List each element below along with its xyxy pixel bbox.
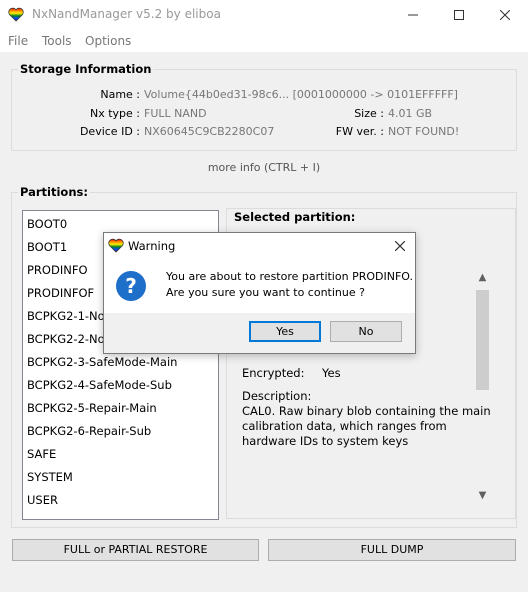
device-id-value: NX60645C9CB2280C07 bbox=[144, 125, 275, 138]
restore-button[interactable]: FULL or PARTIAL RESTORE bbox=[12, 539, 259, 561]
description-line: hardware IDs to system keys bbox=[242, 434, 409, 448]
list-item[interactable]: PRODINFOF bbox=[27, 286, 94, 300]
dialog-close-button[interactable] bbox=[390, 236, 410, 256]
minimize-button[interactable] bbox=[390, 0, 436, 30]
description-line: CAL0. Raw binary blob containing the mai… bbox=[242, 404, 491, 418]
name-label: Name : bbox=[100, 88, 140, 101]
list-item[interactable]: BCPKG2-5-Repair-Main bbox=[27, 401, 157, 415]
list-item[interactable]: BCPKG2-3-SafeMode-Main bbox=[27, 355, 177, 369]
menu-options[interactable]: Options bbox=[85, 34, 131, 48]
menu-bar: File Tools Options bbox=[0, 30, 528, 52]
encrypted-value: Yes bbox=[322, 366, 341, 380]
dialog-message-line2: Are you sure you want to continue ? bbox=[166, 286, 365, 299]
encrypted-label: Encrypted: bbox=[242, 366, 305, 380]
close-button[interactable] bbox=[482, 0, 528, 30]
close-icon bbox=[500, 10, 510, 20]
yes-button[interactable]: Yes bbox=[249, 321, 321, 342]
list-item[interactable]: BOOT0 bbox=[27, 217, 67, 231]
nx-type-value: FULL NAND bbox=[144, 107, 207, 120]
window-titlebar: NxNandManager v5.2 by eliboa bbox=[0, 0, 528, 30]
list-item[interactable]: SAFE bbox=[27, 447, 56, 461]
dialog-body: ? You are about to restore partition PRO… bbox=[104, 259, 415, 313]
fw-ver-value: NOT FOUND! bbox=[388, 125, 460, 138]
device-id-label: Device ID : bbox=[79, 125, 140, 138]
list-item[interactable]: USER bbox=[27, 493, 58, 507]
maximize-button[interactable] bbox=[436, 0, 482, 30]
description-line: calibration data, which ranges from bbox=[242, 419, 447, 433]
list-item-selected[interactable]: PRODINFO bbox=[27, 263, 88, 277]
nx-type-label: Nx type : bbox=[89, 107, 140, 120]
heart-app-icon bbox=[8, 7, 24, 22]
fw-ver-label: FW ver. : bbox=[335, 125, 384, 138]
dialog-title: Warning bbox=[128, 239, 176, 253]
list-item[interactable]: BOOT1 bbox=[27, 240, 67, 254]
list-item[interactable]: BCPKG2-6-Repair-Sub bbox=[27, 424, 151, 438]
scroll-down-icon[interactable]: ▼ bbox=[474, 490, 491, 506]
close-icon bbox=[394, 240, 406, 252]
list-item[interactable]: BCPKG2-4-SafeMode-Sub bbox=[27, 378, 172, 392]
details-scrollbar[interactable]: ▲ ▼ bbox=[474, 272, 491, 508]
name-value: Volume{44b0ed31-98c6... [0001000000 -> 0… bbox=[144, 88, 458, 101]
more-info-link[interactable]: more info (CTRL + I) bbox=[0, 161, 528, 174]
description-label: Description: bbox=[242, 389, 312, 403]
full-dump-button[interactable]: FULL DUMP bbox=[268, 539, 516, 561]
storage-info-title: Storage Information bbox=[18, 62, 154, 76]
dialog-titlebar: Warning bbox=[104, 233, 415, 259]
minimize-icon bbox=[408, 14, 418, 16]
heart-app-icon bbox=[108, 238, 124, 253]
warning-dialog: Warning ? You are about to restore parti… bbox=[103, 232, 416, 354]
list-item[interactable]: BCPKG2-1-Nor bbox=[27, 309, 109, 323]
dialog-footer: Yes No bbox=[104, 313, 415, 353]
scroll-up-icon[interactable]: ▲ bbox=[474, 272, 491, 288]
scroll-thumb[interactable] bbox=[476, 290, 489, 390]
menu-file[interactable]: File bbox=[8, 34, 28, 48]
window-title: NxNandManager v5.2 by eliboa bbox=[32, 7, 221, 21]
list-item[interactable]: SYSTEM bbox=[27, 470, 73, 484]
menu-tools[interactable]: Tools bbox=[42, 34, 72, 48]
size-value: 4.01 GB bbox=[388, 107, 433, 120]
list-item[interactable]: BCPKG2-2-Nor bbox=[27, 332, 109, 346]
size-label: Size : bbox=[354, 107, 384, 120]
partitions-title: Partitions: bbox=[18, 185, 90, 199]
selected-partition-title: Selected partition: bbox=[234, 210, 356, 224]
dialog-message-line1: You are about to restore partition PRODI… bbox=[166, 270, 413, 283]
no-button[interactable]: No bbox=[330, 321, 402, 342]
maximize-icon bbox=[454, 10, 464, 20]
question-icon: ? bbox=[116, 271, 146, 301]
